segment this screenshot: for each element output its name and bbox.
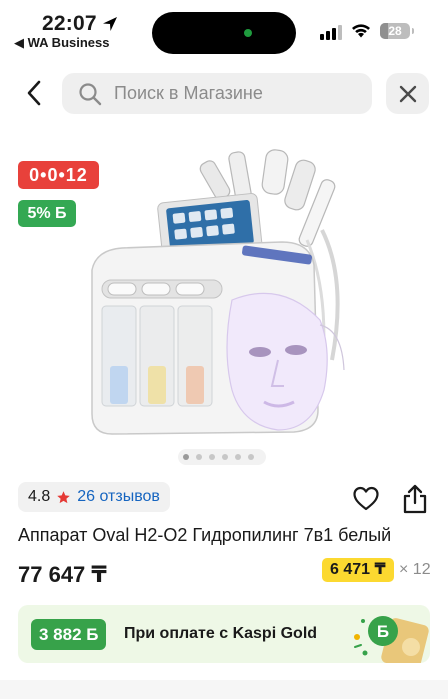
gallery-dots[interactable]: [183, 454, 254, 460]
led-mask: [226, 292, 345, 431]
battery-icon: 28: [380, 23, 410, 39]
back-button[interactable]: [18, 76, 50, 110]
gallery-dot[interactable]: [235, 454, 241, 460]
back-to-app-link[interactable]: ◀ WA Business: [14, 35, 109, 51]
wifi-icon: [352, 24, 370, 38]
kaspi-gold-banner[interactable]: 3 882 Б При оплате с Kaspi Gold Б: [18, 605, 430, 663]
star-icon: [57, 490, 70, 503]
rating-score: 4.8: [28, 488, 51, 505]
favorite-heart-icon[interactable]: [352, 485, 380, 513]
chevron-left-icon: [27, 80, 41, 106]
dynamic-island: [152, 12, 296, 54]
kaspi-gold-text: При оплате с Kaspi Gold: [124, 625, 318, 642]
gallery-dot[interactable]: [222, 454, 228, 460]
camera-indicator-icon: [244, 29, 252, 37]
status-bar: 22:07 ◀ WA Business 28: [0, 0, 448, 58]
discount-badge: 5% Б: [18, 200, 76, 227]
svg-text:Б: Б: [377, 622, 389, 641]
gallery-dot[interactable]: [248, 454, 254, 460]
gallery-dot[interactable]: [196, 454, 202, 460]
product-price: 77 647 ₸: [18, 562, 107, 587]
rating-chip[interactable]: 4.8 26 отзывов: [18, 482, 170, 512]
product-title: Аппарат Oval H2-O2 Гидропилинг 7в1 белый: [18, 525, 392, 545]
gallery-dot[interactable]: [183, 454, 189, 460]
search-icon: [79, 82, 102, 105]
close-icon: [399, 85, 416, 102]
search-input[interactable]: [114, 83, 354, 104]
gallery-dot[interactable]: [209, 454, 215, 460]
location-arrow-icon: [103, 17, 117, 31]
bottom-edge: [0, 680, 448, 699]
share-icon[interactable]: [402, 484, 428, 514]
cellular-signal-icon: [320, 24, 342, 40]
reviews-link[interactable]: 26 отзывов: [77, 488, 160, 506]
kaspi-gold-card-icon: Б: [354, 616, 429, 663]
battery-level: 28: [388, 24, 402, 38]
installment-price-badge[interactable]: 6 471 ₸: [322, 558, 394, 582]
close-button[interactable]: [386, 73, 429, 114]
installment-months: × 12: [399, 561, 431, 578]
product-image[interactable]: [82, 130, 372, 440]
search-bar[interactable]: [62, 73, 372, 114]
status-time: 22:07: [42, 12, 97, 35]
kaspi-gold-bonus: 3 882 Б: [31, 619, 107, 650]
